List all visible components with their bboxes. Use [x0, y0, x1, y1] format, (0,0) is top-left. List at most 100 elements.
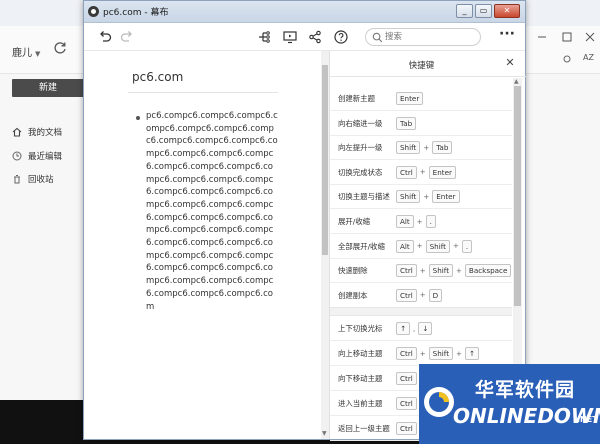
shortcut-label: 快速删除 [338, 266, 368, 276]
maximize-icon[interactable] [562, 32, 572, 42]
shortcut-label: 向下移动主题 [338, 374, 383, 383]
shortcut-row: 快速删除 Ctrl + Shift + Backspace [330, 259, 512, 284]
search-input[interactable] [385, 31, 475, 43]
key-cap: D [428, 288, 443, 302]
nav-recent[interactable]: 最近编辑 [12, 150, 62, 162]
key-cap: Ctrl [396, 165, 417, 179]
watermark-domain: .NET [577, 415, 598, 424]
close-panel-button[interactable]: ✕ [504, 57, 516, 69]
document-editor[interactable]: pc6.com pc6.compc6.compc6.compc6.compc6.… [84, 51, 321, 439]
key-cap: ↑ [464, 347, 479, 360]
share-icon[interactable] [307, 29, 323, 45]
key-cap: Ctrl [396, 372, 417, 385]
close-button[interactable]: ✕ [494, 4, 520, 18]
presentation-icon[interactable] [282, 29, 298, 45]
key-cap: Shift [428, 347, 454, 360]
nav-trash[interactable]: 回收站 [12, 173, 54, 185]
window-title: pc6.com - 幕布 [103, 8, 169, 18]
undo-icon[interactable] [97, 29, 113, 45]
refresh-icon[interactable] [52, 40, 68, 56]
search-box[interactable] [365, 28, 481, 46]
key-cap: ↓ [418, 322, 433, 335]
shortcut-label: 创建副本 [338, 290, 368, 300]
onlinedown-logo-icon [424, 387, 454, 417]
clock-icon [12, 151, 22, 161]
shortcut-keys: Tab [396, 116, 417, 130]
document-title[interactable]: pc6.com [132, 70, 183, 84]
shortcut-keys: ↑, ↓ [396, 322, 433, 335]
editor-scrollbar-thumb[interactable] [322, 65, 328, 255]
key-cap: Shift [396, 190, 421, 204]
shortcut-label: 展开/收缩 [338, 217, 371, 226]
shortcut-row: 切换主题与描述 Shift + Enter [330, 185, 512, 210]
editor-scrollbar[interactable]: ▼ [321, 51, 329, 439]
key-cap: Tab [396, 116, 417, 130]
key-cap: Shift [425, 239, 450, 253]
shortcut-row: 全部展开/收缩 Alt + Shift +. [330, 235, 512, 259]
scroll-down-icon[interactable]: ▼ [322, 431, 328, 437]
nav-label: 回收站 [28, 175, 54, 185]
shortcut-row: 向右缩进一级 Tab [330, 112, 512, 136]
shortcut-label: 返回上一级主题 [338, 424, 390, 433]
shortcut-keys: Ctrl [396, 422, 417, 435]
key-cap: Enter [396, 92, 424, 105]
title-divider [128, 92, 278, 93]
editor-toolbar: ··· [84, 23, 525, 51]
bullet-point-icon[interactable] [136, 116, 140, 120]
shortcut-label: 全部展开/收缩 [338, 241, 385, 251]
key-cap: Backspace [464, 264, 512, 278]
shortcut-keys: Ctrl + Shift + ↑ [396, 347, 479, 360]
shortcut-label: 向右缩进一级 [338, 118, 383, 128]
close-icon[interactable] [585, 32, 595, 42]
bullet-text[interactable]: pc6.compc6.compc6.compc6.compc6.compc6.c… [146, 110, 278, 313]
help-icon[interactable] [333, 29, 349, 45]
redo-icon[interactable] [119, 29, 135, 45]
caret-down-icon: ▼ [35, 50, 41, 58]
shortcut-section-divider [330, 307, 512, 316]
shortcut-row: 展开/收缩 Alt +. [330, 210, 512, 234]
shortcut-label: 创建新主题 [338, 94, 375, 103]
key-cap: Shift [428, 264, 454, 278]
shortcut-keys: Ctrl [396, 397, 417, 410]
minimize-button[interactable]: _ [456, 4, 473, 18]
key-separator: + [452, 242, 459, 251]
key-separator: + [423, 192, 430, 201]
shortcut-label: 切换主题与描述 [338, 192, 390, 202]
key-separator: + [419, 349, 426, 358]
shortcut-keys: Enter [396, 92, 424, 105]
watermark: 华军软件园 ONLINEDOWN .NET [419, 364, 600, 444]
key-separator: + [416, 242, 423, 251]
key-cap: Alt [396, 215, 414, 228]
home-icon [12, 127, 22, 137]
key-cap: Ctrl [396, 347, 417, 360]
more-options-button[interactable]: ··· [496, 27, 518, 45]
new-document-button[interactable]: 新建 [12, 79, 84, 97]
shortcut-keys: Shift + Tab [396, 141, 453, 155]
restore-button[interactable]: ▭ [475, 4, 492, 18]
settings-icon[interactable] [562, 54, 572, 64]
shortcut-keys: Shift + Enter [396, 190, 460, 204]
minimize-icon[interactable] [537, 32, 547, 42]
key-cap: Enter [428, 165, 456, 179]
shortcut-panel-title: 快捷键 [408, 61, 435, 71]
trash-icon [14, 175, 20, 184]
nav-my-docs[interactable]: 我的文档 [12, 126, 62, 138]
shortcut-label: 向左提升一级 [338, 143, 383, 153]
user-menu[interactable]: 鹿儿 ▼ [12, 44, 40, 59]
scroll-up-icon[interactable]: ▲ [514, 78, 521, 85]
key-cap: Enter [432, 190, 460, 204]
key-cap: Ctrl [396, 264, 417, 278]
shortcut-label: 上下切换光标 [338, 324, 383, 333]
shortcut-panel-header: 快捷键 ✕ [330, 51, 526, 77]
panel-scrollbar-thumb[interactable] [514, 86, 521, 306]
shortcut-label: 进入当前主题 [338, 399, 383, 408]
sort-icon[interactable]: AZ [583, 53, 594, 62]
shortcut-row: 切换完成状态 Ctrl + Enter [330, 161, 512, 185]
mindmap-icon[interactable] [256, 29, 272, 45]
key-separator: + [423, 143, 430, 152]
key-cap: Alt [396, 239, 414, 253]
nav-label: 最近编辑 [28, 152, 63, 162]
watermark-cn-text: 华军软件园 [475, 379, 576, 401]
key-cap: . [425, 215, 436, 228]
shortcut-keys: Ctrl [396, 372, 417, 385]
